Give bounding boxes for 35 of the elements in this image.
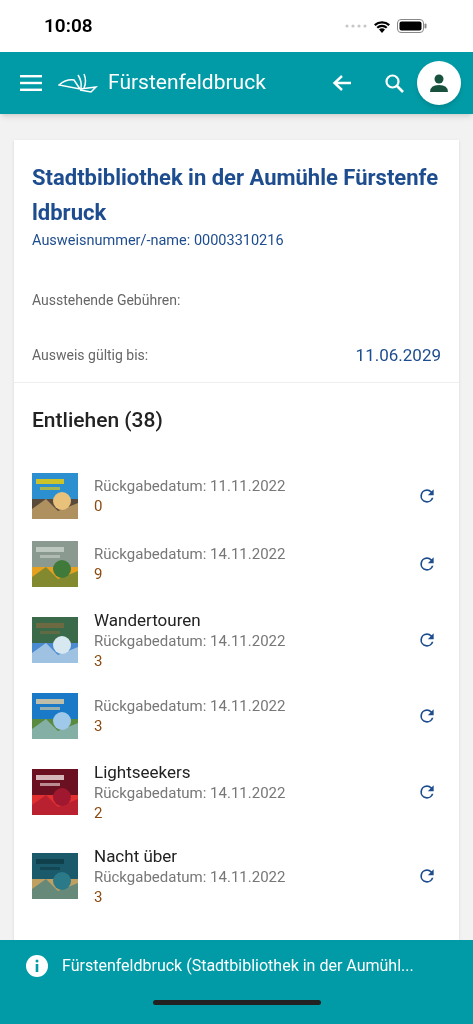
wifi-icon	[373, 19, 391, 33]
menu-button[interactable]	[20, 72, 42, 94]
info-icon	[26, 955, 48, 977]
app-title: Fürstenfeldbruck	[108, 69, 266, 97]
due-date: Rückgabedatum: 11.11.2022	[94, 475, 287, 496]
due-date: Rückgabedatum: 14.11.2022	[94, 866, 287, 887]
fees-label: Ausstehende Gebühren:	[32, 290, 182, 310]
book-title: Wandertouren	[94, 608, 202, 631]
account-button[interactable]	[417, 61, 461, 105]
snackbar-text: Fürstenfeldbruck (Stadtbibliothek in der Aumühl...	[62, 955, 414, 977]
valid-date: 11.06.2029	[355, 343, 441, 367]
back-arrow-icon	[332, 74, 352, 92]
due-date: Rückgabedatum: 14.11.2022	[94, 543, 287, 564]
renewal-count: 3	[94, 650, 104, 671]
menu-icon	[20, 75, 42, 91]
card-number: Ausweisnummer/-name: 00003310216	[32, 231, 285, 251]
status-time: 10:08	[44, 12, 93, 39]
person-icon	[429, 74, 449, 92]
renewal-count: 2	[94, 802, 104, 823]
library-name: Stadtbibliothek in der Aumühle Fürstenfeldbruck	[32, 164, 440, 227]
renewal-count: 0	[94, 495, 104, 516]
due-date: Rückgabedatum: 14.11.2022	[94, 695, 287, 716]
due-date: Rückgabedatum: 14.11.2022	[94, 630, 287, 651]
book-title: Nacht über	[94, 844, 179, 867]
book-logo-icon	[58, 73, 98, 93]
signal-icon	[345, 24, 367, 28]
renewal-count: 3	[94, 886, 104, 907]
search-icon	[384, 73, 404, 93]
renewal-count: 9	[94, 563, 104, 584]
book-title: Lightseekers	[94, 760, 192, 783]
battery-icon	[397, 19, 427, 33]
valid-label: Ausweis gültig bis:	[32, 346, 149, 365]
renewal-count: 3	[94, 715, 104, 736]
due-date: Rückgabedatum: 14.11.2022	[94, 782, 287, 803]
loans-heading: Entliehen (38)	[32, 407, 164, 435]
